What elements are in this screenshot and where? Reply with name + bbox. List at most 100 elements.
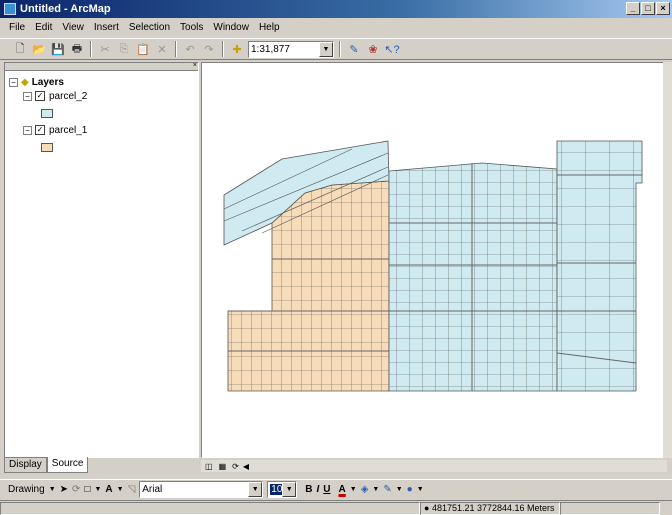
chevron-down-icon[interactable]: ▼ xyxy=(350,486,357,493)
layer-row-parcel-1[interactable]: − ✓ parcel_1 xyxy=(9,123,198,137)
layout-view-icon[interactable]: ◫ xyxy=(205,462,213,471)
scroll-left-icon[interactable]: ◀ xyxy=(243,462,249,471)
whats-this-icon[interactable]: ↖? xyxy=(384,41,400,57)
editor-toolbar-icon[interactable]: ✎ xyxy=(346,41,362,57)
new-document-icon[interactable]: 🗋 xyxy=(12,41,28,57)
layers-label: Layers xyxy=(31,76,64,88)
coordinates-value: 481751.21 3772844.16 Meters xyxy=(431,502,555,513)
layer-label: parcel_2 xyxy=(49,90,88,102)
rectangle-tool-icon[interactable]: □ xyxy=(84,484,90,495)
chevron-down-icon[interactable]: ▼ xyxy=(282,482,297,497)
open-folder-icon[interactable]: 📂 xyxy=(31,41,47,57)
map-horizontal-scrollbar[interactable]: ◫ ▦ ⟳ ◀ xyxy=(201,460,667,472)
close-button[interactable]: × xyxy=(656,2,670,15)
line-color-icon[interactable]: ✎ xyxy=(383,484,391,495)
font-size-select[interactable]: 10 ▼ xyxy=(267,481,298,498)
toc-tabs: Display Source xyxy=(4,457,89,474)
status-bar: ● 481751.21 3772844.16 Meters xyxy=(0,500,672,515)
bold-button[interactable]: B xyxy=(305,484,312,495)
cut-icon[interactable]: ✂ xyxy=(97,41,113,57)
arctoolbox-icon[interactable]: ❀ xyxy=(365,41,381,57)
layer-row-parcel-2[interactable]: − ✓ parcel_2 xyxy=(9,89,198,103)
chevron-down-icon[interactable]: ▼ xyxy=(248,482,263,497)
menu-insert[interactable]: Insert xyxy=(93,22,120,33)
toc-header: × xyxy=(5,62,198,71)
toolbar-separator xyxy=(222,41,224,57)
title-bar: Untitled - ArcMap _ □ × xyxy=(0,0,672,18)
toolbar-separator xyxy=(175,41,177,57)
parcel-1-symbol[interactable] xyxy=(41,142,53,152)
menu-help[interactable]: Help xyxy=(258,22,281,33)
menu-bar: File Edit View Insert Selection Tools Wi… xyxy=(0,18,672,36)
layers-folder-icon: ◆ xyxy=(21,76,29,88)
text-tool-icon[interactable]: A xyxy=(105,484,112,495)
underline-button[interactable]: U xyxy=(323,484,330,495)
menu-view[interactable]: View xyxy=(61,22,85,33)
chevron-down-icon[interactable]: ▼ xyxy=(49,486,56,493)
menu-file[interactable]: File xyxy=(8,22,26,33)
map-display[interactable] xyxy=(201,62,667,458)
font-name-select[interactable]: Arial ▼ xyxy=(139,481,264,498)
fill-color-icon[interactable]: ◈ xyxy=(361,484,369,495)
map-scale-combo[interactable]: 1:31,877 ▼ xyxy=(248,40,334,58)
map-scale-value: 1:31,877 xyxy=(251,43,290,55)
parcel-2-polygons xyxy=(388,140,643,392)
chevron-down-icon[interactable]: ▼ xyxy=(94,486,101,493)
drawing-toolbar: Drawing ▼ ➤ ⟳ □ ▼ A ▼ ◹ Arial ▼ 10 ▼ B I… xyxy=(0,479,672,499)
copy-icon[interactable]: ⎘ xyxy=(116,41,132,57)
italic-button[interactable]: I xyxy=(317,484,320,495)
close-icon[interactable]: × xyxy=(193,62,197,69)
chevron-down-icon[interactable]: ▼ xyxy=(319,41,333,57)
chevron-down-icon[interactable]: ▼ xyxy=(417,486,424,493)
parcel-2-symbol[interactable] xyxy=(41,108,53,118)
callout-tool-icon[interactable]: ◹ xyxy=(128,484,136,495)
collapse-icon[interactable]: − xyxy=(23,91,32,101)
legend-row xyxy=(9,103,198,123)
parcel-map[interactable] xyxy=(202,63,667,458)
rotate-icon[interactable]: ⟳ xyxy=(72,484,80,495)
toolbar-separator xyxy=(339,41,341,57)
add-data-icon[interactable]: ✚ xyxy=(229,41,245,57)
minimize-button[interactable]: _ xyxy=(626,2,640,15)
collapse-icon[interactable]: − xyxy=(9,77,18,87)
coordinate-icon: ● xyxy=(424,502,430,513)
chevron-down-icon[interactable]: ▼ xyxy=(372,486,379,493)
paste-icon[interactable]: 📋 xyxy=(135,41,151,57)
menu-window[interactable]: Window xyxy=(212,22,250,33)
window-title: Untitled - ArcMap xyxy=(20,3,111,15)
maximize-button[interactable]: □ xyxy=(641,2,655,15)
delete-icon[interactable]: ✕ xyxy=(154,41,170,57)
tab-source[interactable]: Source xyxy=(46,457,89,473)
menu-selection[interactable]: Selection xyxy=(128,22,171,33)
menu-edit[interactable]: Edit xyxy=(34,22,53,33)
drawing-menu[interactable]: Drawing xyxy=(8,484,45,495)
font-name-value: Arial xyxy=(142,484,163,495)
layer-visibility-checkbox[interactable]: ✓ xyxy=(35,125,45,135)
redo-icon[interactable]: ↷ xyxy=(201,41,217,57)
map-vertical-scrollbar[interactable] xyxy=(663,62,672,458)
save-icon[interactable]: 💾 xyxy=(50,41,66,57)
menu-tools[interactable]: Tools xyxy=(179,22,204,33)
font-color-icon[interactable]: A xyxy=(339,484,346,495)
standard-toolbar: 🗋 📂 💾 🖶 ✂ ⎘ 📋 ✕ ↶ ↷ ✚ 1:31,877 ▼ ✎ ❀ ↖? xyxy=(0,38,672,60)
data-view-icon[interactable]: ▦ xyxy=(219,462,227,471)
status-extra xyxy=(560,501,660,515)
marker-color-icon[interactable]: ● xyxy=(407,484,413,495)
print-icon[interactable]: 🖶 xyxy=(69,41,85,57)
select-elements-icon[interactable]: ➤ xyxy=(60,484,68,495)
chevron-down-icon[interactable]: ▼ xyxy=(117,486,124,493)
legend-row xyxy=(9,137,198,157)
status-message xyxy=(0,501,420,515)
refresh-icon[interactable]: ⟳ xyxy=(232,462,239,471)
layers-group-row[interactable]: − ◆ Layers xyxy=(9,75,198,89)
tab-display[interactable]: Display xyxy=(4,457,47,473)
undo-icon[interactable]: ↶ xyxy=(182,41,198,57)
collapse-icon[interactable]: − xyxy=(23,125,32,135)
window-controls: _ □ × xyxy=(626,2,670,15)
chevron-down-icon[interactable]: ▼ xyxy=(396,486,403,493)
table-of-contents: × − ◆ Layers − ✓ parcel_2 − ✓ parcel_1 xyxy=(4,62,199,458)
arcmap-app-icon xyxy=(4,3,16,15)
coordinates-readout: ● 481751.21 3772844.16 Meters xyxy=(420,501,560,515)
toolbar-separator xyxy=(90,41,92,57)
layer-visibility-checkbox[interactable]: ✓ xyxy=(35,91,45,101)
